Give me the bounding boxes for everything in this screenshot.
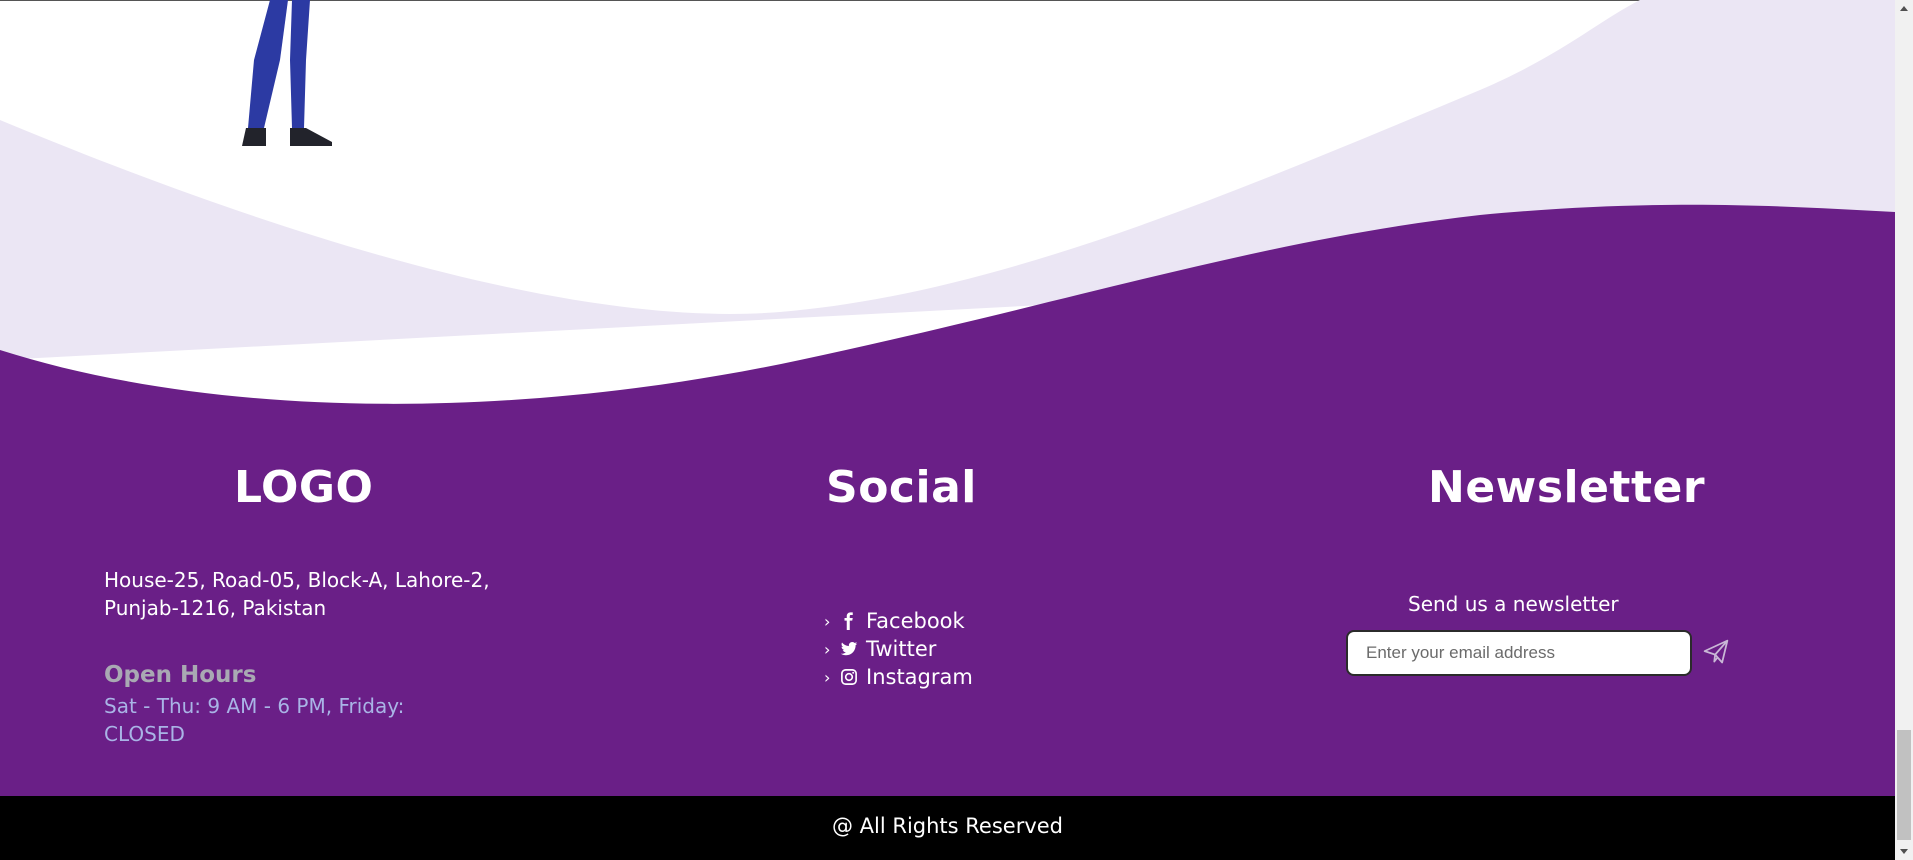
open-hours-text: Sat - Thu: 9 AM - 6 PM, Friday: CLOSED <box>104 692 464 748</box>
social-link-instagram[interactable]: › Instagram <box>824 663 973 691</box>
hours-line: CLOSED <box>104 722 185 746</box>
scrollbar-thumb[interactable] <box>1897 730 1911 840</box>
paper-plane-icon <box>1703 639 1729 664</box>
open-hours-title: Open Hours <box>104 662 257 688</box>
twitter-icon <box>838 639 860 659</box>
chevron-right-icon: › <box>824 667 831 687</box>
newsletter-send-button[interactable] <box>1700 636 1732 668</box>
instagram-icon <box>838 667 860 687</box>
chevron-right-icon: › <box>824 611 831 631</box>
address: House-25, Road-05, Block-A, Lahore-2, Pu… <box>104 566 524 622</box>
newsletter-caption: Send us a newsletter <box>1408 592 1619 616</box>
scroll-down-arrow-icon[interactable] <box>1895 843 1913 860</box>
scroll-up-arrow-icon[interactable] <box>1895 0 1913 17</box>
social-link-twitter[interactable]: › Twitter <box>824 635 973 663</box>
newsletter-email-input[interactable] <box>1346 630 1692 676</box>
address-line: Punjab-1216, Pakistan <box>104 596 327 620</box>
social-link-label: Facebook <box>866 609 965 633</box>
footer-logo-title: LOGO <box>234 462 374 513</box>
copyright-text: @ All Rights Reserved <box>831 814 1064 838</box>
facebook-icon <box>838 611 860 631</box>
social-link-label: Twitter <box>866 637 937 661</box>
social-title: Social <box>826 462 977 513</box>
person-legs-illustration <box>242 0 332 146</box>
social-links: › Facebook › Twitter › Instagram <box>824 607 973 691</box>
page: LOGO House-25, Road-05, Block-A, Lahore-… <box>0 0 1895 860</box>
social-link-label: Instagram <box>866 665 973 689</box>
vertical-scrollbar[interactable] <box>1895 0 1913 860</box>
chevron-right-icon: › <box>824 639 831 659</box>
address-line: House-25, Road-05, Block-A, Lahore-2, <box>104 568 490 592</box>
newsletter-title: Newsletter <box>1428 462 1706 513</box>
social-link-facebook[interactable]: › Facebook <box>824 607 973 635</box>
hours-line: Sat - Thu: 9 AM - 6 PM, Friday: <box>104 694 405 718</box>
